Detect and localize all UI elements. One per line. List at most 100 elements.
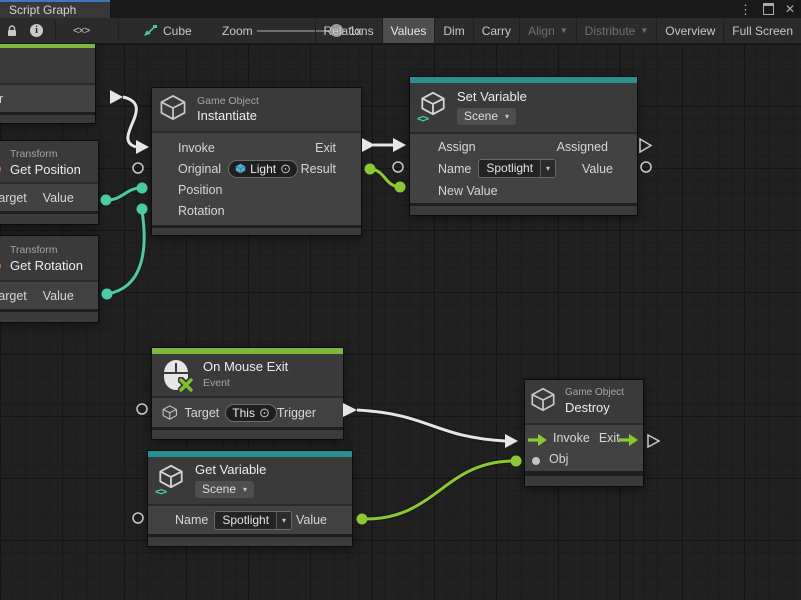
variable-name-dropdown[interactable]: Spotlight ▾ xyxy=(214,511,292,530)
node-title: On Mouse Exit xyxy=(203,360,288,375)
node-instantiate[interactable]: Game Object Instantiate Invoke Exit Orig… xyxy=(152,88,361,235)
node-footer xyxy=(0,112,95,123)
node-title: Get Position xyxy=(10,163,81,178)
node-footer xyxy=(152,225,361,235)
node-footer xyxy=(0,309,98,322)
hidden-event-header xyxy=(0,48,95,83)
port-label-target: Target xyxy=(0,289,27,303)
port-label-position: Position xyxy=(178,183,222,197)
node-get-position[interactable]: Transform Get Position Target Value xyxy=(0,141,98,224)
maximize-icon[interactable] xyxy=(763,3,774,15)
close-icon[interactable]: ✕ xyxy=(785,3,795,15)
button-values[interactable]: Values xyxy=(382,18,435,43)
node-on-mouse-exit[interactable]: On Mouse Exit Event Target This ⊙ Trigge… xyxy=(152,348,343,439)
port-label-original: Original xyxy=(178,162,221,176)
gameobject-icon xyxy=(162,404,178,421)
node-title: Destroy xyxy=(565,401,624,416)
mouse-exit-icon xyxy=(164,360,191,391)
tab-bar: Script Graph ⋮ ✕ xyxy=(0,0,801,18)
port-label-new-value: New Value xyxy=(438,184,498,198)
variable-name-dropdown[interactable]: Spotlight ▾ xyxy=(478,159,556,178)
transform-icon xyxy=(0,164,1,174)
node-hidden-event[interactable]: Trigger xyxy=(0,42,95,123)
cube-icon xyxy=(159,94,187,126)
node-footer xyxy=(0,211,98,224)
transform-icon xyxy=(0,261,1,271)
code-brackets-icon: <> xyxy=(417,112,428,125)
port-label-invoke: Invoke xyxy=(178,141,215,155)
code-brackets-icon: <> xyxy=(155,485,166,498)
button-relations[interactable]: Relations xyxy=(315,18,382,43)
variable-scope-dropdown[interactable]: Scene ▾ xyxy=(195,481,254,498)
code-preview-icon[interactable]: <×> xyxy=(73,18,89,43)
port-label-value: Value xyxy=(296,513,327,527)
node-subtitle: Event xyxy=(203,377,288,390)
button-carry[interactable]: Carry xyxy=(473,18,519,43)
green-x-icon xyxy=(178,377,194,393)
node-footer xyxy=(148,534,352,546)
button-distribute[interactable]: Distribute▼ xyxy=(576,18,657,43)
zoom-label: Zoom xyxy=(222,18,253,43)
graph-pointer-icon xyxy=(142,18,158,43)
node-category: Transform xyxy=(10,148,81,161)
port-label-invoke: Invoke xyxy=(553,431,590,445)
port-label-trigger: Trigger xyxy=(0,92,3,106)
button-align[interactable]: Align▼ xyxy=(519,18,576,43)
port-label-obj: Obj xyxy=(549,452,568,466)
port-label-rotation: Rotation xyxy=(178,204,225,218)
port-label-trigger: Trigger xyxy=(277,406,316,420)
port-label-value: Value xyxy=(43,289,74,303)
port-label-result: Result xyxy=(301,162,336,176)
chevron-down-icon: ▾ xyxy=(282,516,286,525)
graph-canvas[interactable] xyxy=(0,44,801,600)
chevron-down-icon: ▾ xyxy=(243,485,247,494)
toolbar-button-group: Relations Values Dim Carry Align▼ Distri… xyxy=(315,18,801,43)
port-label-name: Name xyxy=(175,513,208,527)
chevron-down-icon: ▼ xyxy=(640,26,648,35)
lock-icon[interactable] xyxy=(6,18,18,43)
unity-script-graph-window: { "tab": { "title": "Script Graph" }, "w… xyxy=(0,0,801,600)
button-dim[interactable]: Dim xyxy=(434,18,472,43)
port-label-target: Target xyxy=(0,191,27,205)
node-title: Set Variable xyxy=(457,90,527,105)
port-label-assign: Assign xyxy=(438,140,476,154)
button-full-screen[interactable]: Full Screen xyxy=(723,18,801,43)
port-label-target: Target xyxy=(185,406,220,420)
node-title: Instantiate xyxy=(197,109,259,124)
node-title: Get Rotation xyxy=(10,259,83,274)
unity-variable-icon: <> xyxy=(155,464,187,498)
object-field-light[interactable]: Light ⊙ xyxy=(228,160,298,178)
cube-icon xyxy=(530,387,556,417)
node-set-variable[interactable]: <> Set Variable Scene ▾ Assign Assigned … xyxy=(410,77,637,215)
node-category: Transform xyxy=(10,244,83,257)
graph-name: Cube xyxy=(163,18,192,43)
node-get-rotation[interactable]: Transform Get Rotation Target Value xyxy=(0,236,98,322)
node-footer xyxy=(525,471,643,486)
info-icon[interactable]: i xyxy=(30,18,43,43)
node-footer xyxy=(152,427,343,439)
node-footer xyxy=(410,203,637,215)
chevron-down-icon: ▼ xyxy=(560,26,568,35)
object-field-this[interactable]: This ⊙ xyxy=(225,404,277,422)
gameobject-mini-icon xyxy=(235,163,246,174)
object-picker-icon[interactable]: ⊙ xyxy=(259,406,270,419)
node-destroy[interactable]: Game Object Destroy Invoke Exit Obj xyxy=(525,380,643,486)
node-category: Game Object xyxy=(197,95,259,108)
tab-script-graph[interactable]: Script Graph xyxy=(0,0,110,18)
port-label-value: Value xyxy=(43,191,74,205)
object-picker-icon[interactable]: ⊙ xyxy=(280,162,291,175)
window-menu-icon[interactable]: ⋮ xyxy=(739,3,752,16)
port-label-assigned: Assigned xyxy=(557,140,608,154)
node-category: Game Object xyxy=(565,387,624,399)
chevron-down-icon: ▾ xyxy=(505,112,509,121)
node-get-variable[interactable]: <> Get Variable Scene ▾ Name Spotlight ▾… xyxy=(148,451,352,546)
variable-scope-dropdown[interactable]: Scene ▾ xyxy=(457,108,516,125)
port-label-value: Value xyxy=(582,162,613,176)
port-label-name: Name xyxy=(438,162,471,176)
chevron-down-icon: ▾ xyxy=(546,164,550,173)
graph-toolbar: i <×> Cube Zoom 1x Relations Values Dim … xyxy=(0,18,801,44)
port-label-exit: Exit xyxy=(315,141,336,155)
button-overview[interactable]: Overview xyxy=(656,18,723,43)
node-title: Get Variable xyxy=(195,463,266,478)
unity-variable-icon: <> xyxy=(417,91,449,125)
